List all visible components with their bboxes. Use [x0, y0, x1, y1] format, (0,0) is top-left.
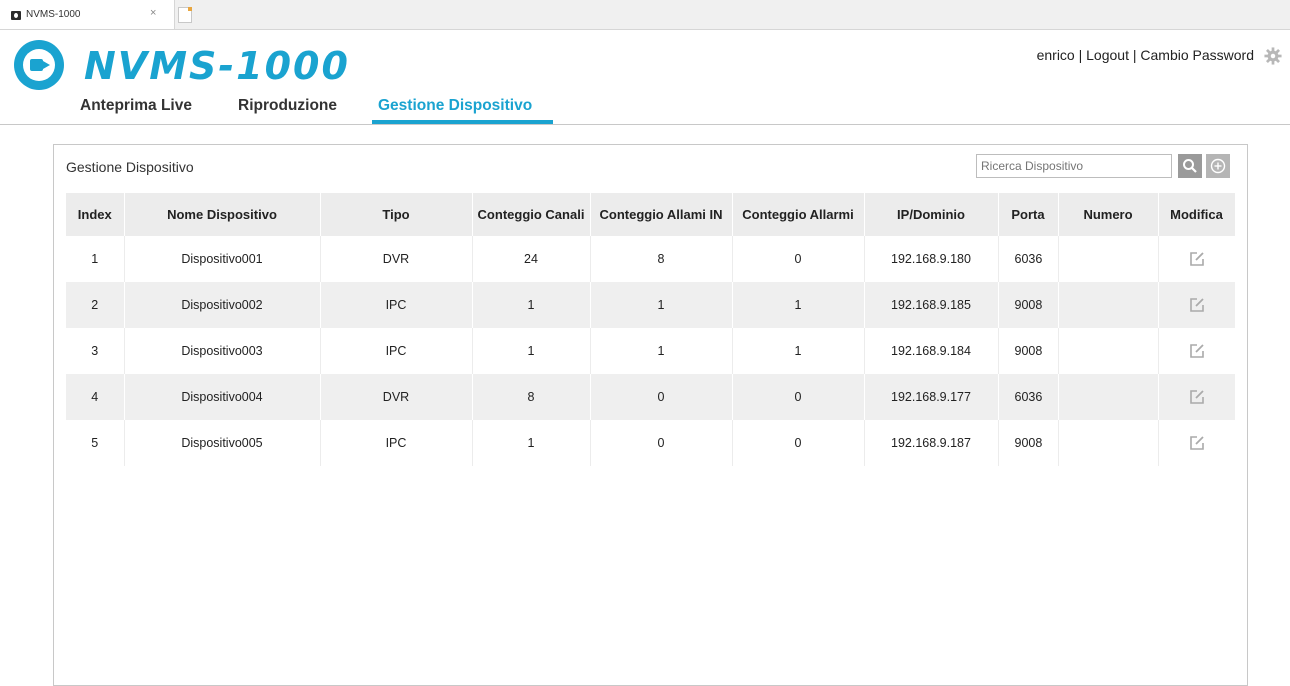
device-table: Index Nome Dispositivo Tipo Conteggio Ca… [66, 193, 1236, 466]
cell-number [1058, 236, 1159, 282]
cell-index: 3 [66, 328, 125, 374]
edit-icon[interactable] [1188, 388, 1206, 406]
close-icon[interactable]: × [150, 8, 156, 19]
column-header-nome-dispositivo[interactable]: Nome Dispositivo [124, 193, 321, 236]
tab-riproduzione[interactable]: Riproduzione [238, 97, 337, 115]
browser-tab-title: NVMS-1000 [26, 9, 81, 20]
cell-index: 1 [66, 236, 125, 282]
search-button[interactable] [1178, 154, 1202, 178]
cell-port: 9008 [998, 328, 1059, 374]
user-menu: enrico | Logout | Cambio Password [1037, 47, 1254, 63]
cell-ip: 192.168.9.184 [864, 328, 999, 374]
cell-port: 6036 [998, 374, 1059, 420]
cell-type: IPC [320, 420, 473, 466]
cell-channel-count: 24 [472, 236, 591, 282]
cell-edit [1158, 236, 1235, 282]
username-label: enrico [1036, 47, 1075, 63]
cell-alarm-in-count: 1 [590, 328, 733, 374]
column-header-conteggio-canali[interactable]: Conteggio Canali [472, 193, 591, 236]
edit-icon[interactable] [1188, 434, 1206, 452]
cell-alarm-count: 1 [732, 282, 865, 328]
cell-device-name: Dispositivo001 [124, 236, 321, 282]
gear-icon[interactable] [1264, 47, 1282, 65]
cell-device-name: Dispositivo004 [124, 374, 321, 420]
cell-channel-count: 1 [472, 328, 591, 374]
column-header-index[interactable]: Index [66, 193, 125, 236]
cell-alarm-count: 0 [732, 236, 865, 282]
cell-index: 4 [66, 374, 125, 420]
cell-edit [1158, 420, 1235, 466]
cell-number [1058, 328, 1159, 374]
column-header-ip-dominio[interactable]: IP/Dominio [864, 193, 999, 236]
cell-type: DVR [320, 236, 473, 282]
cell-ip: 192.168.9.180 [864, 236, 999, 282]
cell-alarm-count: 0 [732, 420, 865, 466]
cell-device-name: Dispositivo003 [124, 328, 321, 374]
search-icon [1183, 159, 1197, 173]
plus-circle-icon [1210, 158, 1226, 174]
cell-port: 9008 [998, 420, 1059, 466]
column-header-numero[interactable]: Numero [1058, 193, 1159, 236]
cell-alarm-count: 0 [732, 374, 865, 420]
cell-ip: 192.168.9.187 [864, 420, 999, 466]
cell-device-name: Dispositivo002 [124, 282, 321, 328]
cell-type: IPC [320, 328, 473, 374]
cell-edit [1158, 328, 1235, 374]
cell-channel-count: 1 [472, 420, 591, 466]
logo-text: NVMS-1000 [84, 44, 350, 88]
change-password-link[interactable]: Cambio Password [1140, 47, 1254, 63]
cell-type: IPC [320, 282, 473, 328]
tab-gestione-dispositivo[interactable]: Gestione Dispositivo [378, 97, 532, 115]
cell-edit [1158, 282, 1236, 328]
column-header-tipo[interactable]: Tipo [320, 193, 473, 236]
camera-logo-icon [14, 40, 64, 90]
cell-ip: 192.168.9.177 [864, 374, 999, 420]
cell-alarm-in-count: 0 [590, 420, 733, 466]
active-tab-indicator [372, 120, 553, 124]
cell-alarm-in-count: 8 [590, 236, 733, 282]
table-header-row: Index Nome Dispositivo Tipo Conteggio Ca… [66, 193, 1236, 236]
column-header-conteggio-allarmi[interactable]: Conteggio Allarmi [732, 193, 865, 236]
table-row[interactable]: 5 Dispositivo005 IPC 1 0 0 192.168.9.187… [66, 420, 1235, 466]
new-tab-icon[interactable] [178, 7, 192, 23]
edit-icon[interactable] [1188, 250, 1206, 268]
edit-icon[interactable] [1188, 342, 1206, 360]
cell-device-name: Dispositivo005 [124, 420, 321, 466]
column-header-conteggio-allami-in[interactable]: Conteggio Allami IN [590, 193, 733, 236]
cell-edit [1158, 374, 1236, 420]
cell-number [1058, 420, 1159, 466]
add-device-button[interactable] [1206, 154, 1230, 178]
table-row[interactable]: 1 Dispositivo001 DVR 24 8 0 192.168.9.18… [66, 236, 1235, 282]
cell-alarm-in-count: 0 [590, 374, 733, 420]
browser-tab[interactable]: NVMS-1000 × [0, 0, 175, 29]
column-header-modifica[interactable]: Modifica [1158, 193, 1236, 236]
main-nav: Anteprima Live Riproduzione Gestione Dis… [0, 94, 1290, 125]
column-header-porta[interactable]: Porta [998, 193, 1059, 236]
cell-type: DVR [320, 374, 473, 420]
cell-channel-count: 1 [472, 282, 591, 328]
cell-number [1058, 374, 1159, 420]
separator: | [1132, 47, 1137, 63]
cell-port: 9008 [998, 282, 1059, 328]
tab-anteprima-live[interactable]: Anteprima Live [80, 97, 192, 115]
table-row[interactable]: 4 Dispositivo004 DVR 8 0 0 192.168.9.177… [66, 374, 1236, 420]
cell-port: 6036 [998, 236, 1059, 282]
table-row[interactable]: 3 Dispositivo003 IPC 1 1 1 192.168.9.184… [66, 328, 1235, 374]
cell-index: 5 [66, 420, 125, 466]
cell-alarm-count: 1 [732, 328, 865, 374]
cell-alarm-in-count: 1 [590, 282, 733, 328]
app-favicon-icon [11, 11, 21, 20]
cell-channel-count: 8 [472, 374, 591, 420]
cell-ip: 192.168.9.185 [864, 282, 999, 328]
edit-icon[interactable] [1188, 296, 1206, 314]
logout-link[interactable]: Logout [1086, 47, 1129, 63]
cell-index: 2 [66, 282, 125, 328]
cell-number [1058, 282, 1159, 328]
search-input[interactable] [976, 154, 1172, 178]
panel-title: Gestione Dispositivo [66, 159, 194, 175]
table-row[interactable]: 2 Dispositivo002 IPC 1 1 1 192.168.9.185… [66, 282, 1236, 328]
device-management-panel: Gestione Dispositivo Index Nome Disposit… [53, 144, 1248, 686]
browser-tab-strip: NVMS-1000 × [0, 0, 1290, 30]
separator: | [1078, 47, 1083, 63]
